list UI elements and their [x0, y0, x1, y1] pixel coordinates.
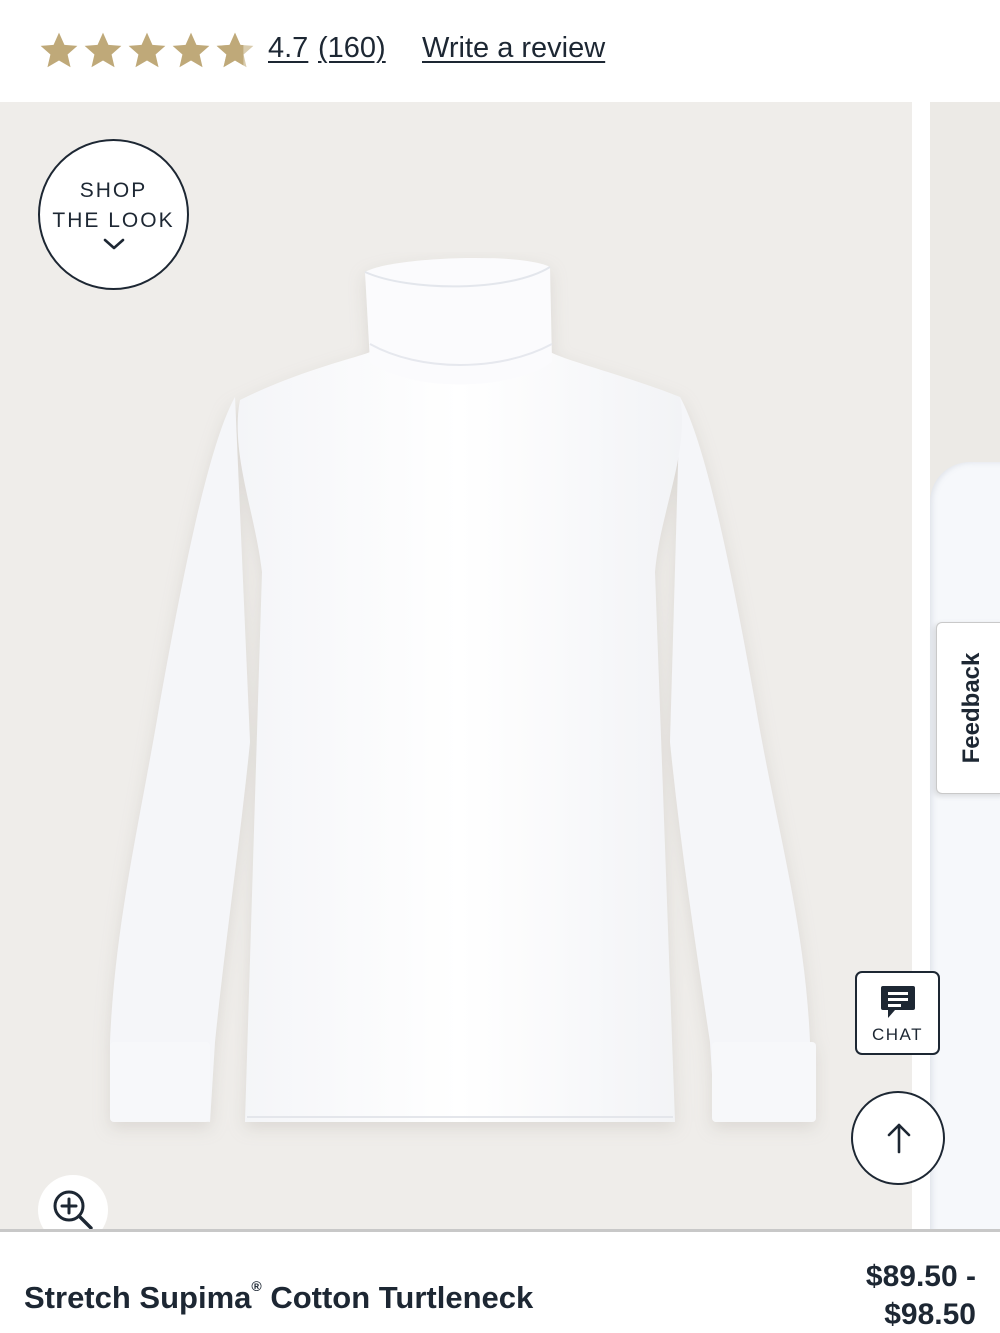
price-range-start: $89.50 -: [865, 1260, 976, 1293]
price-range-end: $98.50: [884, 1298, 976, 1331]
chat-button[interactable]: CHAT: [855, 971, 940, 1055]
review-count-link[interactable]: (160): [318, 32, 386, 65]
chat-label: CHAT: [871, 1025, 923, 1044]
feedback-tab[interactable]: Feedback: [936, 622, 1000, 794]
star-rating[interactable]: [38, 30, 256, 74]
rating-bar: 4.7 (160) Write a review: [0, 0, 1000, 102]
product-image: [110, 257, 816, 1122]
chat-icon: [880, 986, 915, 1018]
star-icon: [40, 32, 78, 68]
shop-the-look-button[interactable]: SHOP THE LOOK: [38, 139, 189, 290]
feedback-label: Feedback: [957, 652, 985, 764]
product-name-part1: Stretch Supima: [24, 1280, 252, 1315]
back-to-top-button[interactable]: [851, 1091, 945, 1185]
product-name-part2: Cotton Turtleneck: [261, 1280, 534, 1315]
zoom-button[interactable]: [38, 1175, 108, 1232]
shop-the-look-line2: THE LOOK: [52, 209, 175, 232]
rating-value-link[interactable]: 4.7: [268, 32, 308, 65]
arrow-up-icon: [887, 1123, 911, 1154]
shop-the-look-line1: SHOP: [79, 179, 148, 202]
product-price: $89.50 - $98.50: [866, 1258, 976, 1333]
next-image-preview: [930, 462, 1000, 1232]
star-icon: [172, 32, 210, 68]
star-icon: [84, 32, 122, 68]
star-partial-icon: [216, 32, 254, 68]
zoom-in-icon: [53, 1190, 93, 1230]
product-image-slide[interactable]: SHOP THE LOOK: [0, 102, 912, 1232]
write-review-link[interactable]: Write a review: [422, 32, 605, 65]
divider: [0, 1229, 1000, 1232]
product-title: Stretch Supima® Cotton Turtleneck: [24, 1277, 534, 1316]
registered-mark: ®: [251, 1277, 262, 1294]
product-gallery[interactable]: SHOP THE LOOK Feedback CHAT: [0, 102, 1000, 1232]
chevron-down-icon: [103, 238, 124, 250]
star-icon: [128, 32, 166, 68]
